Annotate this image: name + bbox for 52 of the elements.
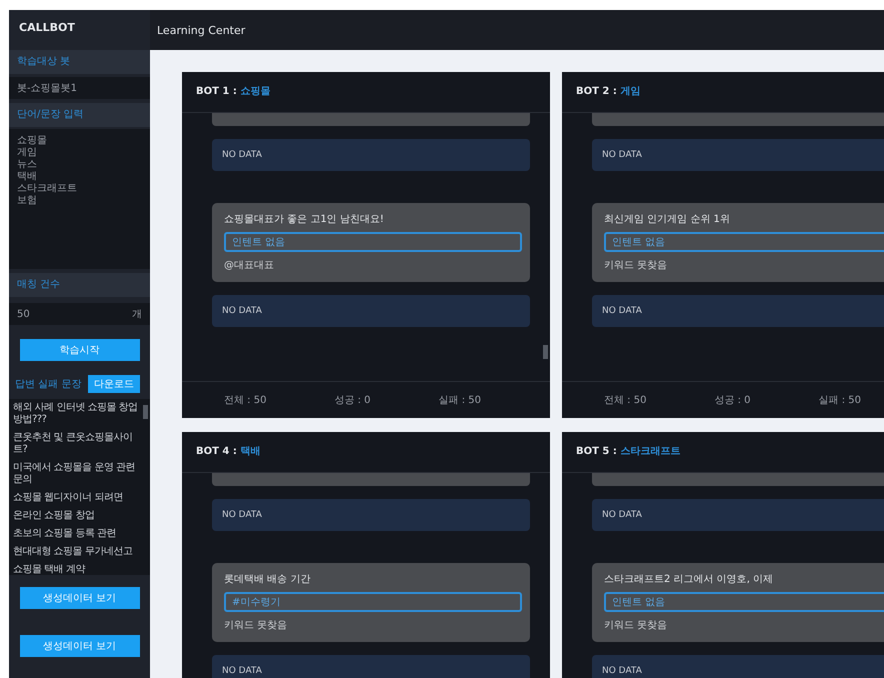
failed-sentence[interactable]: 쇼핑몰 웹디자이너 되려면 — [13, 492, 140, 504]
stat-text: 성공 : 0 — [714, 394, 751, 407]
scrollbar[interactable] — [143, 405, 148, 419]
failed-sentence[interactable]: 큰옷추천 및 큰옷쇼핑몰사이트? — [13, 432, 140, 456]
failed-title: 답변 실패 문장 — [15, 378, 82, 391]
no-data-text: NO DATA — [222, 666, 262, 676]
intent-field[interactable]: 인텐트 없음 — [224, 232, 522, 252]
stat-text: 실패 : 50 — [818, 394, 861, 407]
app-logo: CALLBOT — [18, 20, 76, 36]
keyword-text: @대표대표 — [224, 259, 275, 272]
keyword-text: 키워드 못찾음 — [604, 619, 668, 632]
no-data-text: NO DATA — [602, 510, 642, 520]
section-title: 학습대상 봇 — [9, 50, 150, 74]
input-line: 뉴스 — [17, 159, 37, 171]
question-text: 쇼핑몰대표가 좋은 고1인 남친대요! — [224, 213, 385, 226]
keyword-text: 키워드 못찾음 — [224, 619, 288, 632]
word-input-area[interactable]: 쇼핑몰 게임 뉴스 택배 스타크래프트 보험 — [9, 129, 150, 269]
section-title: 단어/문장 입력 — [9, 103, 150, 127]
failed-sentence[interactable]: 온라인 쇼핑몰 창업 — [13, 510, 140, 522]
no-data-text: NO DATA — [222, 306, 262, 316]
keyword-text: 키워드 못찾음 — [604, 259, 668, 272]
input-line: 게임 — [17, 147, 37, 159]
count-value: 50 — [17, 308, 30, 320]
failed-sentence[interactable]: 초보의 쇼핑몰 등록 관련 — [13, 528, 140, 540]
no-data-text: NO DATA — [222, 150, 262, 160]
bot-field[interactable]: 봇-쇼핑몰봇1 — [9, 77, 150, 99]
no-data-text: NO DATA — [602, 306, 642, 316]
stat-text: 실패 : 50 — [438, 394, 481, 407]
count-field[interactable]: 50 개 — [9, 303, 150, 325]
question-text: 스타크래프트2 리그에서 이영호, 이제 — [604, 573, 774, 586]
no-data-text: NO DATA — [602, 666, 642, 676]
intent-field[interactable]: 인텐트 없음 — [604, 232, 884, 252]
input-line: 택배 — [17, 171, 37, 183]
section-title: 매칭 건수 — [9, 273, 150, 297]
stat-text: 성공 : 0 — [334, 394, 371, 407]
no-data-text: NO DATA — [222, 510, 262, 520]
stat-text: 전체 : 50 — [224, 394, 266, 407]
failed-sentence[interactable]: 미국에서 쇼핑몰을 운영 관련 문의 — [13, 462, 140, 486]
input-line: 쇼핑몰 — [17, 135, 47, 147]
unit-label: 개 — [132, 308, 142, 321]
failed-sentence[interactable]: 해외 사례 인터넷 쇼핑몰 창업방법??? — [13, 402, 140, 426]
input-line: 보험 — [17, 195, 37, 207]
failed-sentence[interactable]: 쇼핑몰 택배 계약 — [13, 564, 140, 575]
failed-sentence[interactable]: 현대대형 쇼핑몰 무가네선고 — [13, 546, 140, 558]
stat-text: 전체 : 50 — [604, 394, 646, 407]
question-text: 최신게임 인기게임 순위 1위 — [604, 213, 731, 226]
page-title: Learning Center — [157, 24, 246, 36]
scrollbar[interactable] — [543, 345, 548, 359]
question-text: 롯데택배 배송 기간 — [224, 573, 312, 586]
no-data-text: NO DATA — [602, 150, 642, 160]
input-line: 스타크래프트 — [17, 183, 77, 195]
intent-field[interactable]: 인텐트 없음 — [604, 592, 884, 612]
